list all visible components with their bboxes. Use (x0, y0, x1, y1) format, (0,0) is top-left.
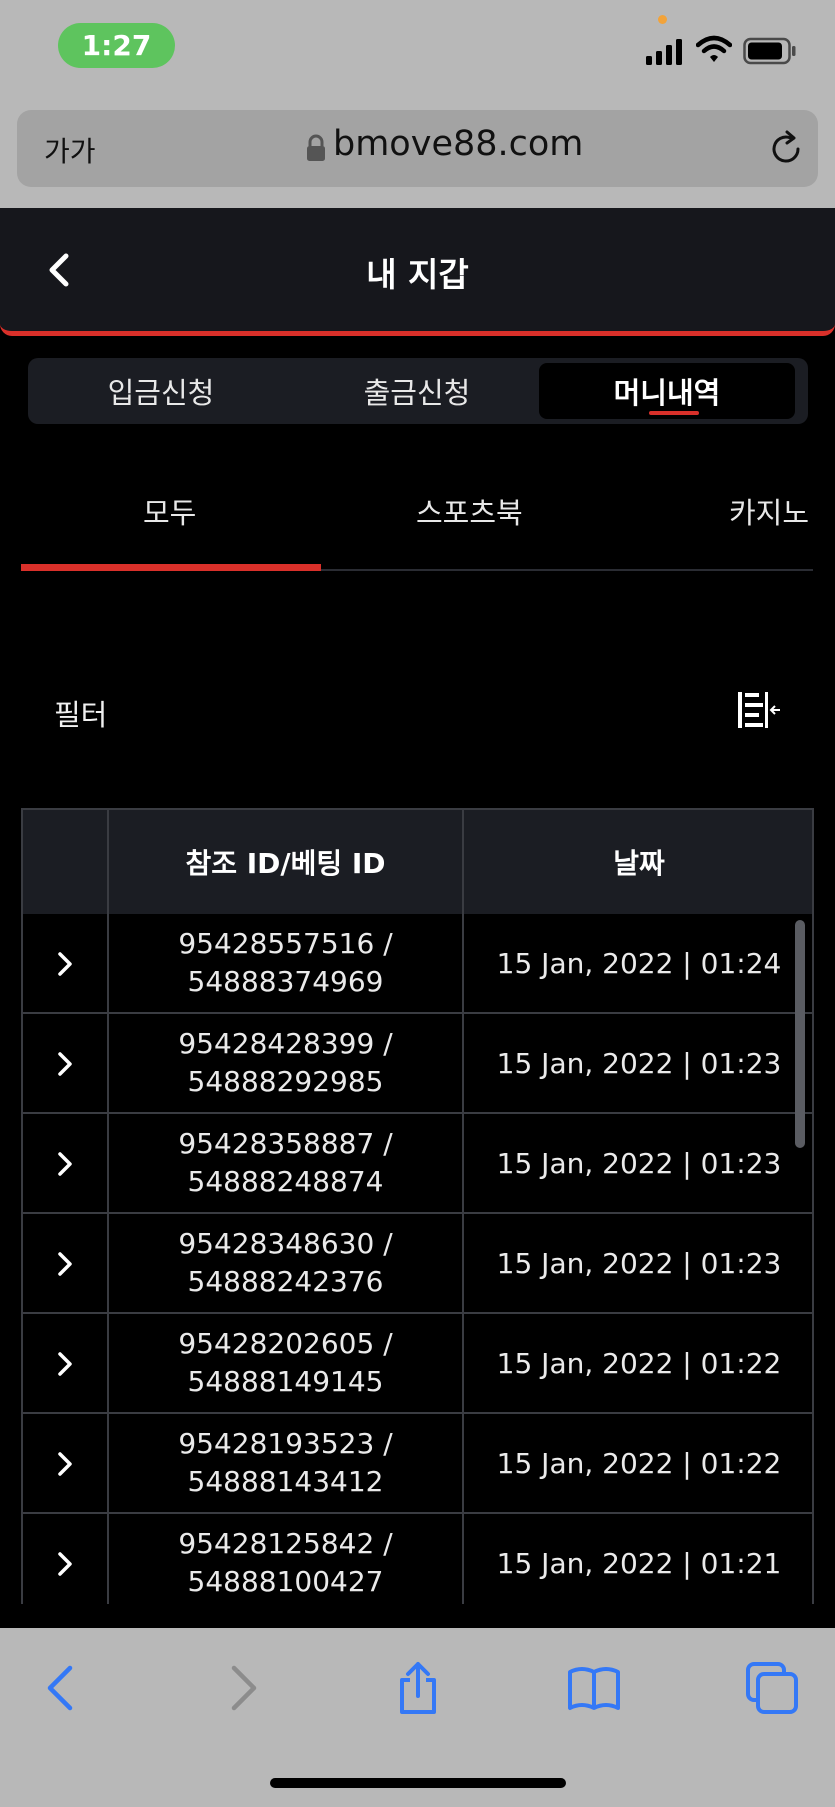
ref-id-cell: 95428428399 / 54888292985 (109, 1014, 462, 1112)
column-header-expand (23, 810, 107, 914)
bet-id: 54888143412 (187, 1465, 384, 1498)
ref-id-cell: 95428202605 / 54888149145 (109, 1314, 462, 1412)
category-tabs: 모두 스포츠북 카지노 (21, 470, 835, 571)
table-row[interactable]: 95428202605 / 54888149145 15 Jan, 2022 |… (21, 1314, 814, 1414)
date-cell: 15 Jan, 2022 | 01:21 (496, 1546, 782, 1580)
ref-id: 95428193523 / (178, 1427, 393, 1460)
ref-id-cell: 95428557516 / 54888374969 (109, 914, 462, 1012)
tab-money-history[interactable]: 머니내역 (539, 363, 795, 419)
table-body: 95428557516 / 54888374969 15 Jan, 2022 |… (21, 914, 814, 1604)
table-row[interactable]: 95428348630 / 54888242376 15 Jan, 2022 |… (21, 1214, 814, 1314)
tabs-icon[interactable] (744, 1660, 800, 1716)
lock-icon (307, 134, 325, 161)
date-cell: 15 Jan, 2022 | 01:22 (496, 1446, 782, 1480)
tab-money-history-label: 머니내역 (613, 376, 721, 410)
chevron-right-icon[interactable] (55, 1350, 75, 1378)
date-cell: 15 Jan, 2022 | 01:23 (496, 1046, 782, 1080)
column-header-date: 날짜 (613, 847, 665, 880)
date-cell: 15 Jan, 2022 | 01:22 (496, 1346, 782, 1380)
table-row[interactable]: 95428358887 / 54888248874 15 Jan, 2022 |… (21, 1114, 814, 1214)
table-row[interactable]: 95428428399 / 54888292985 15 Jan, 2022 |… (21, 1014, 814, 1114)
browser-toolbar: 가가 bmove88.com (0, 100, 835, 208)
table-header: 참조 ID/베팅 ID 날짜 (21, 808, 814, 916)
history-table: 참조 ID/베팅 ID 날짜 95428557516 / 54888374969… (21, 808, 814, 1604)
table-row[interactable]: 95428557516 / 54888374969 15 Jan, 2022 |… (21, 914, 814, 1014)
ref-id: 95428202605 / (178, 1327, 393, 1360)
privacy-indicator-dot (658, 15, 667, 24)
ref-id: 95428557516 / (178, 927, 393, 960)
date-cell: 15 Jan, 2022 | 01:24 (496, 946, 782, 980)
browser-forward-icon[interactable] (214, 1660, 270, 1716)
chevron-right-icon[interactable] (55, 950, 75, 978)
active-tab-underline (649, 411, 699, 415)
date-cell: 15 Jan, 2022 | 01:23 (496, 1146, 782, 1180)
ref-id: 95428428399 / (178, 1027, 393, 1060)
app-header: 내 지갑 (0, 208, 835, 336)
bet-id: 54888248874 (187, 1165, 384, 1198)
home-indicator (270, 1778, 566, 1788)
ref-id: 95428348630 / (178, 1227, 393, 1260)
chevron-right-icon[interactable] (55, 1050, 75, 1078)
date-cell: 15 Jan, 2022 | 01:23 (496, 1246, 782, 1280)
chevron-right-icon[interactable] (55, 1450, 75, 1478)
page: 1:27 가가 bmove88.com 내 지갑 입금신청 출금신청 머니내역 … (0, 0, 835, 1807)
bet-id: 54888374969 (187, 965, 384, 998)
address-bar[interactable]: 가가 bmove88.com (17, 110, 818, 187)
table-row[interactable]: 95428193523 / 54888143412 15 Jan, 2022 |… (21, 1414, 814, 1514)
browser-bottom-toolbar (0, 1628, 835, 1807)
chevron-right-icon[interactable] (55, 1150, 75, 1178)
bet-id: 54888149145 (187, 1365, 384, 1398)
column-header-ref-id: 참조 ID/베팅 ID (185, 847, 386, 880)
page-title: 내 지갑 (366, 255, 469, 294)
browser-back-icon[interactable] (34, 1660, 90, 1716)
status-bar: 1:27 (0, 0, 835, 100)
ref-id-cell: 95428358887 / 54888248874 (109, 1114, 462, 1212)
ref-id-cell: 95428125842 / 54888100427 (109, 1514, 462, 1604)
category-tab-all[interactable]: 모두 (143, 490, 196, 532)
battery-icon (743, 37, 796, 65)
filter-label: 필터 (54, 698, 108, 732)
wallet-segment-tabs: 입금신청 출금신청 머니내역 (28, 358, 808, 424)
category-tab-casino[interactable]: 카지노 (729, 490, 809, 532)
reload-icon[interactable] (767, 130, 805, 168)
status-time: 1:27 (58, 23, 175, 68)
category-active-indicator (21, 564, 321, 571)
text-size-button[interactable]: 가가 (44, 130, 96, 170)
bet-id: 54888242376 (187, 1265, 384, 1298)
cellular-signal-icon (646, 39, 682, 65)
table-row[interactable]: 95428125842 / 54888100427 15 Jan, 2022 |… (21, 1514, 814, 1604)
table-scrollbar[interactable] (795, 920, 805, 1148)
bet-id: 54888292985 (187, 1065, 384, 1098)
url-text[interactable]: bmove88.com (333, 124, 583, 164)
chevron-right-icon[interactable] (55, 1250, 75, 1278)
filter-toggle-icon[interactable] (735, 690, 781, 730)
category-tab-sportsbook[interactable]: 스포츠북 (416, 490, 523, 532)
ref-id: 95428125842 / (178, 1527, 393, 1560)
chevron-right-icon[interactable] (55, 1550, 75, 1578)
tab-deposit-request[interactable]: 입금신청 (33, 363, 289, 419)
bet-id: 54888100427 (187, 1565, 384, 1598)
wifi-icon (696, 35, 732, 62)
ref-id-cell: 95428348630 / 54888242376 (109, 1214, 462, 1312)
bookmarks-icon[interactable] (566, 1660, 622, 1716)
share-icon[interactable] (390, 1660, 446, 1716)
ref-id-cell: 95428193523 / 54888143412 (109, 1414, 462, 1512)
tab-withdraw-request[interactable]: 출금신청 (289, 363, 545, 419)
ref-id: 95428358887 / (178, 1127, 393, 1160)
